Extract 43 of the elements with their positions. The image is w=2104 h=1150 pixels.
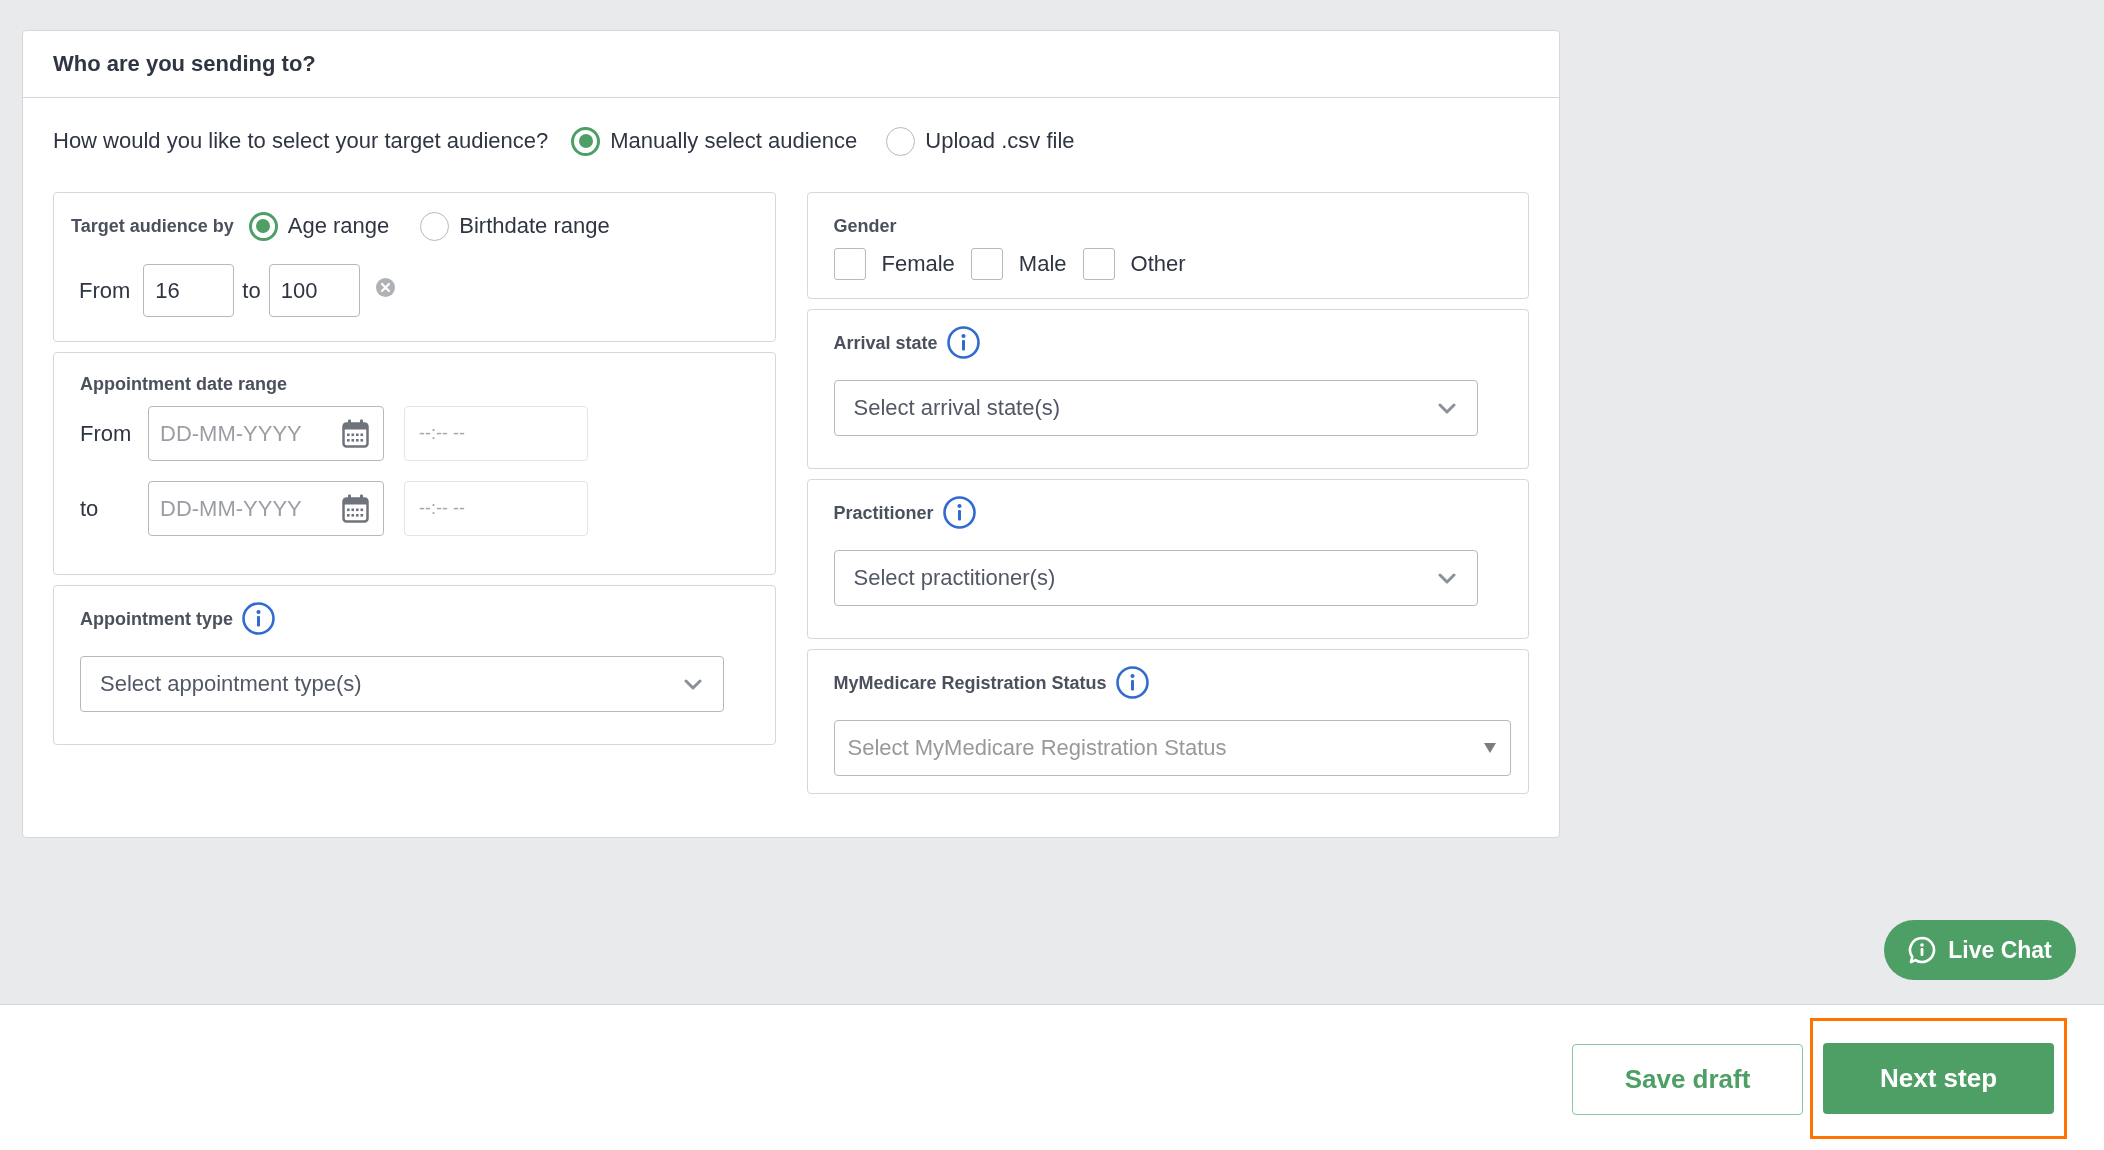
chevron-down-icon: [1437, 403, 1456, 414]
field-label: to: [80, 495, 100, 523]
dropdown-field[interactable]: Select appointment type(s): [80, 656, 724, 712]
radio-label[interactable]: Age range: [287, 212, 390, 240]
field-label: Gender: [833, 216, 898, 236]
date-field[interactable]: DD-MM-YYYY: [148, 481, 384, 536]
chevron-down-icon: [684, 679, 702, 690]
question-text: How would you like to select your target audience?: [53, 127, 549, 155]
field-label: Arrival state: [833, 332, 938, 353]
checkbox[interactable]: [970, 248, 1003, 280]
dropdown-field[interactable]: Select arrival state(s): [833, 380, 1478, 436]
checkbox-label[interactable]: Female: [881, 250, 955, 278]
radio-button[interactable]: [248, 211, 278, 241]
date-field[interactable]: DD-MM-YYYY: [148, 406, 384, 461]
field-label: Appointment date range: [80, 374, 288, 394]
radio-button[interactable]: [420, 211, 450, 241]
radio-label[interactable]: Birthdate range: [459, 212, 610, 240]
field-label: MyMedicare Registration Status: [833, 672, 1107, 693]
number-field[interactable]: 100: [268, 264, 360, 317]
checkbox-label[interactable]: Male: [1018, 250, 1067, 278]
clear-icon: [375, 278, 395, 297]
field-label: Target audience by: [71, 216, 234, 236]
dropdown-triangle-icon: [1483, 743, 1496, 753]
number-field[interactable]: 16: [143, 264, 235, 317]
field-label: Practitioner: [833, 502, 934, 523]
field-label: Appointment type: [80, 608, 233, 629]
checkbox[interactable]: [1082, 248, 1115, 280]
chevron-down-icon: [1437, 573, 1456, 584]
field-label: to: [242, 277, 261, 305]
radio-label[interactable]: Upload .csv file: [925, 127, 1075, 155]
checkbox[interactable]: [833, 248, 866, 280]
dropdown-field[interactable]: Select MyMedicare Registration Status: [833, 720, 1511, 776]
dropdown-field[interactable]: Select practitioner(s): [833, 550, 1478, 606]
speech-bubble-icon: [1908, 936, 1937, 964]
section-title: Who are you sending to?: [53, 50, 316, 78]
field-label: From: [80, 420, 133, 448]
radio-button[interactable]: [571, 126, 601, 156]
checkbox-label[interactable]: Other: [1130, 250, 1186, 278]
radio-label[interactable]: Manually select audience: [610, 127, 858, 155]
field-label: From: [79, 277, 131, 305]
calendar-icon: [342, 419, 369, 448]
calendar-icon: [342, 494, 369, 523]
radio-button[interactable]: [886, 126, 916, 156]
